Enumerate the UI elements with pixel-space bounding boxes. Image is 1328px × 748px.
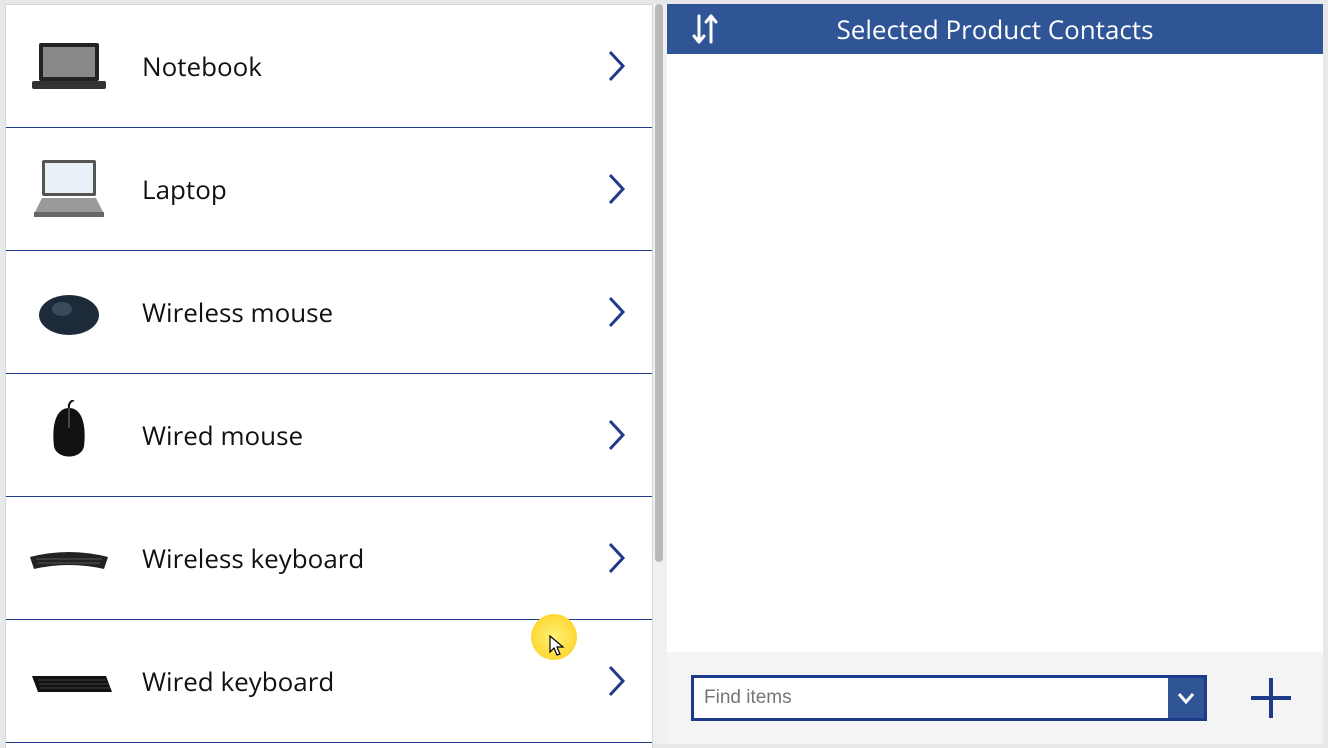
left-scrollbar[interactable]	[653, 4, 667, 744]
product-thumb	[24, 31, 114, 101]
product-item-wired-keyboard[interactable]: Wired keyboard	[6, 620, 652, 743]
chevron-right-icon	[604, 46, 630, 86]
products-panel: Notebook Laptop	[5, 4, 653, 748]
contacts-panel: Selected Product Contacts	[667, 4, 1323, 744]
product-thumb	[24, 400, 114, 470]
product-thumb	[24, 277, 114, 347]
find-items-input[interactable]	[694, 678, 1168, 718]
product-label: Wired mouse	[114, 417, 604, 453]
product-item-laptop[interactable]: Laptop	[6, 128, 652, 251]
chevron-right-icon	[604, 661, 630, 701]
product-item-wireless-mouse[interactable]: Wireless mouse	[6, 251, 652, 374]
app-root: Notebook Laptop	[0, 0, 1328, 748]
product-label: Wired keyboard	[114, 663, 604, 699]
scrollbar-thumb[interactable]	[655, 4, 663, 562]
product-item-wired-mouse[interactable]: Wired mouse	[6, 374, 652, 497]
scrollbar-track	[653, 4, 667, 744]
find-items-dropdown-toggle[interactable]	[1168, 678, 1204, 718]
contacts-title: Selected Product Contacts	[691, 11, 1299, 47]
chevron-right-icon	[604, 538, 630, 578]
product-label: Laptop	[114, 171, 604, 207]
product-label: Wireless keyboard	[114, 540, 604, 576]
chevron-right-icon	[604, 292, 630, 332]
find-items-combobox[interactable]	[691, 675, 1207, 721]
chevron-right-icon	[604, 415, 630, 455]
product-thumb	[24, 646, 114, 716]
product-label: Wireless mouse	[114, 294, 604, 330]
contacts-footer	[667, 652, 1323, 744]
product-list[interactable]: Notebook Laptop	[6, 5, 652, 748]
product-item-notebook[interactable]: Notebook	[6, 5, 652, 128]
add-button[interactable]	[1243, 670, 1299, 726]
contacts-header: Selected Product Contacts	[667, 4, 1323, 54]
product-item-wireless-keyboard[interactable]: Wireless keyboard	[6, 497, 652, 620]
product-thumb	[24, 523, 114, 593]
product-thumb	[24, 154, 114, 224]
chevron-right-icon	[604, 169, 630, 209]
product-label: Notebook	[114, 48, 604, 84]
contacts-body	[667, 54, 1323, 652]
